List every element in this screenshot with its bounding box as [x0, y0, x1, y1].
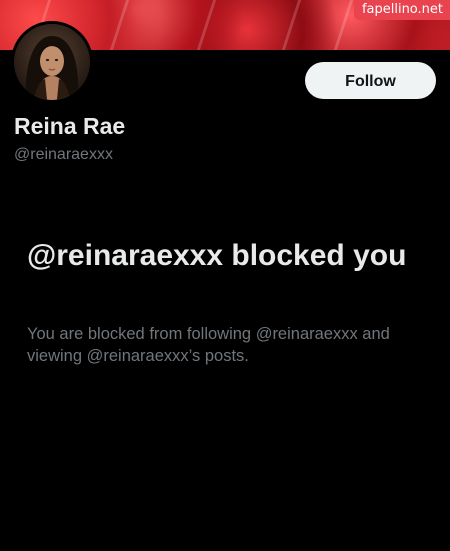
blocked-notice-message: You are blocked from following @reinarae…	[27, 325, 390, 365]
profile-handle: @reinaraexxx	[14, 146, 113, 163]
profile-display-name: Reina Rae	[14, 113, 126, 139]
profile-page: fapellino.net Follow Reina Rae @reinarae…	[0, 0, 450, 551]
avatar[interactable]	[11, 21, 93, 103]
avatar-photo	[14, 24, 90, 100]
banner-decoration	[333, 0, 354, 50]
banner-decoration	[281, 0, 302, 50]
banner-decoration	[109, 0, 130, 50]
blocked-notice-title: @reinaraexxx blocked you	[27, 239, 407, 272]
follow-button[interactable]: Follow	[305, 62, 436, 99]
banner-decoration	[196, 0, 217, 50]
site-watermark: fapellino.net	[353, 0, 450, 20]
